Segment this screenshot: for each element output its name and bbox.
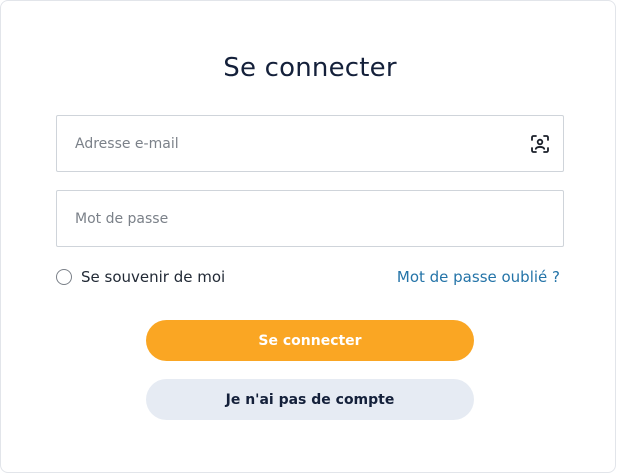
remember-me[interactable]: Se souvenir de moi (56, 268, 225, 286)
remember-me-label: Se souvenir de moi (81, 268, 226, 286)
face-scan-icon[interactable] (530, 134, 550, 154)
forgot-password-link[interactable]: Mot de passe oublié ? (397, 268, 560, 286)
password-field[interactable] (57, 191, 563, 246)
login-card: Se connecter Se souvenir de moi Mot de p… (0, 0, 616, 473)
email-field[interactable] (57, 116, 563, 171)
login-button[interactable]: Se connecter (146, 320, 474, 361)
email-field-container (56, 115, 564, 172)
no-account-button[interactable]: Je n'ai pas de compte (146, 379, 474, 420)
password-field-container (56, 190, 564, 247)
page-title: Se connecter (223, 53, 397, 83)
remember-me-radio[interactable] (56, 269, 72, 285)
